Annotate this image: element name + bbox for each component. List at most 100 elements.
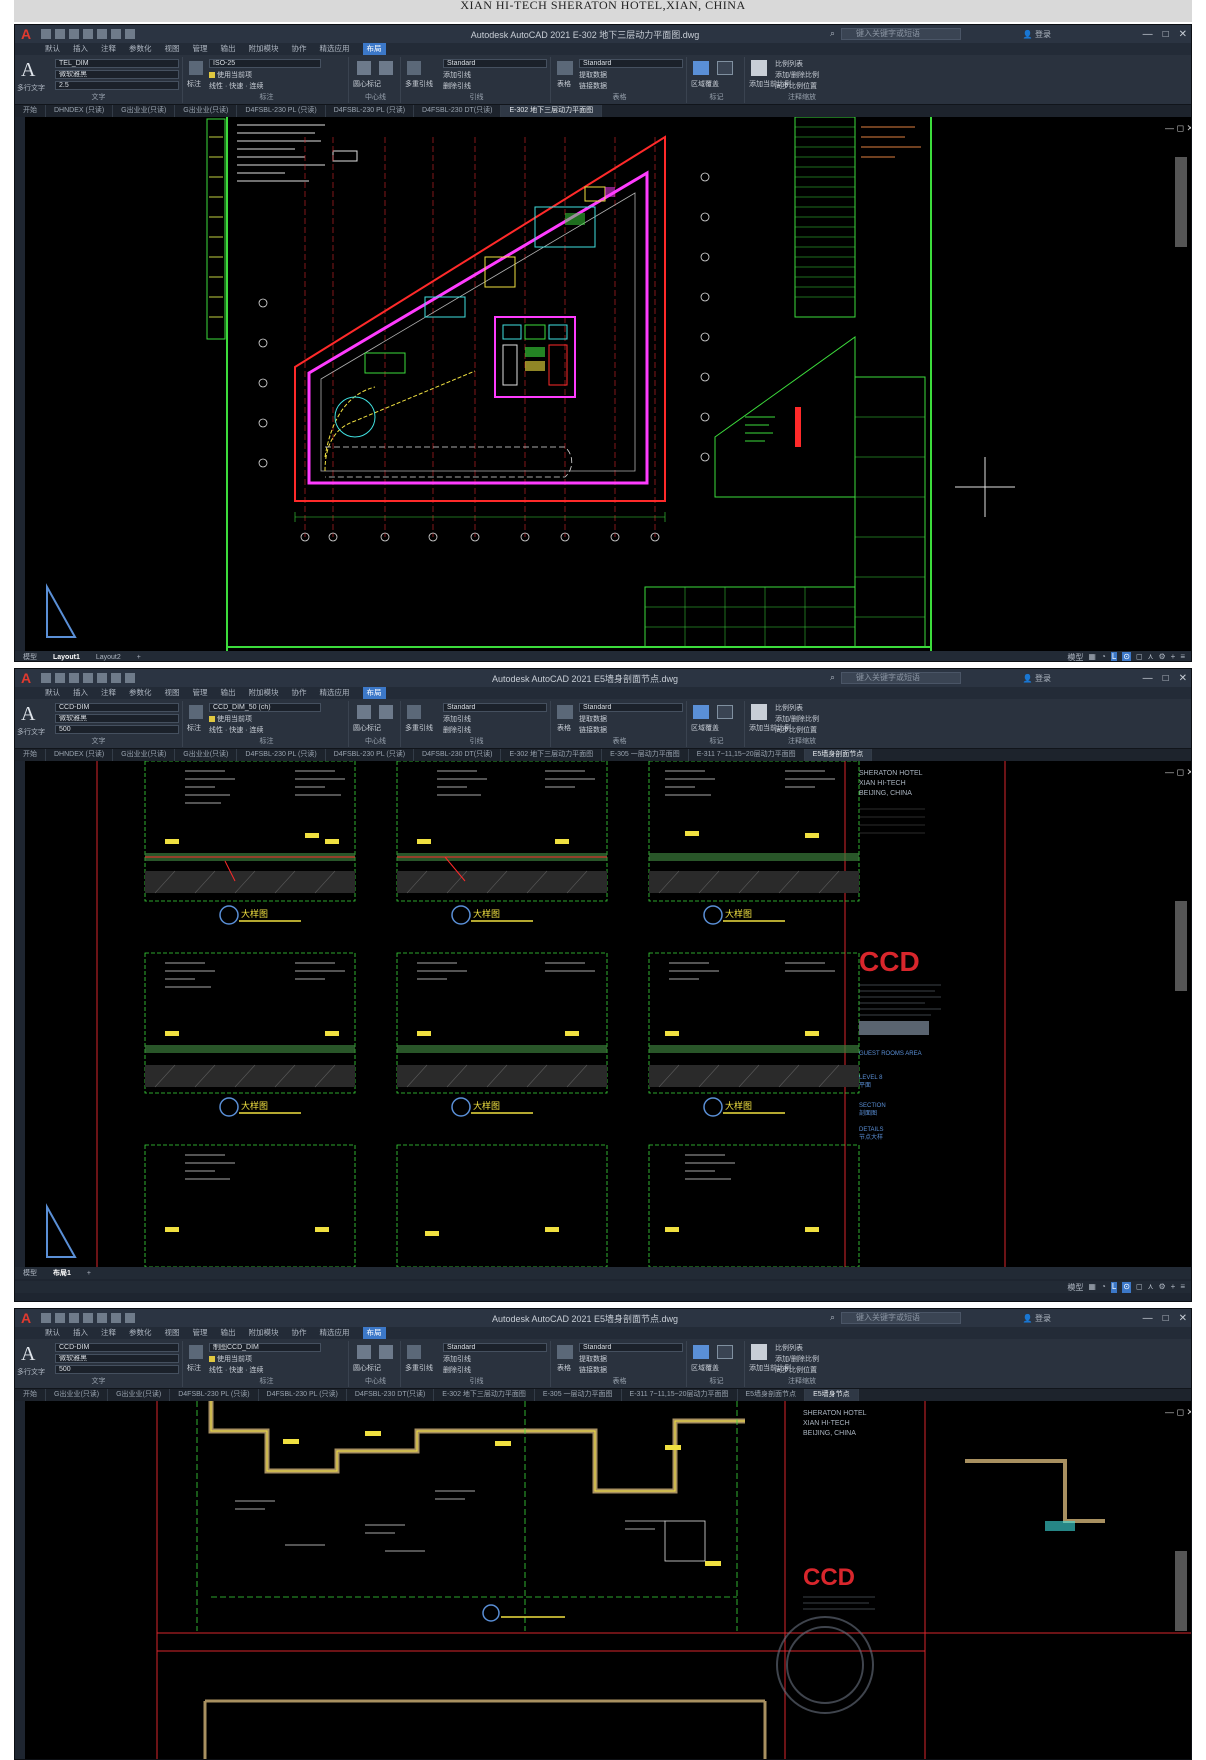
tab-insert[interactable]: 插入 (73, 1327, 88, 1339)
new-file-icon[interactable] (41, 673, 51, 683)
doc-tab[interactable]: 开始 (15, 105, 46, 117)
drawing-viewport-details[interactable]: 大样图 大样图 大样图 大样图 大样图 大样图 SHERATON HOTEL X… (25, 761, 1191, 1267)
tab-insert[interactable]: 插入 (73, 687, 88, 699)
link-data-button[interactable]: 链接数据 (579, 1365, 607, 1375)
osnap-icon[interactable]: ◻ (1136, 1282, 1143, 1293)
layout-tab-layout2[interactable]: Layout2 (88, 654, 129, 661)
doc-tab[interactable]: D4FSBL-230 DT(只读) (414, 749, 502, 761)
multiline-text-icon[interactable]: A (21, 703, 35, 726)
tab-parametric[interactable]: 参数化 (129, 687, 152, 699)
doc-tab-active[interactable]: E5墙身节点 (805, 1389, 859, 1401)
doc-tab[interactable]: E-311 7~11,15~20层动力平面图 (689, 749, 805, 761)
close-button[interactable]: ✕ (1179, 29, 1187, 40)
dim-style-combo[interactable]: 制图CCD_DIM (209, 1343, 321, 1352)
ortho-icon[interactable]: L (1110, 1281, 1118, 1293)
minimize-button[interactable]: — (1143, 29, 1153, 40)
open-file-icon[interactable] (55, 1313, 65, 1323)
doc-tab[interactable]: DHNDEX (只读) (46, 749, 114, 761)
open-file-icon[interactable] (55, 673, 65, 683)
sign-in-button[interactable]: 👤 登录 (1023, 29, 1051, 40)
font-combo[interactable]: 微软雅黑 (55, 1354, 179, 1363)
remove-leader-button[interactable]: 删除引线 (443, 725, 471, 735)
tab-layout[interactable]: 布局 (362, 1327, 386, 1339)
doc-tab[interactable]: E-305 一层动力平面图 (602, 749, 689, 761)
maximize-button[interactable]: □ (1163, 1313, 1169, 1324)
mleader-icon[interactable] (407, 61, 421, 75)
undo-icon[interactable] (111, 29, 121, 39)
doc-tab-active[interactable]: E5墙身剖面节点 (804, 749, 873, 761)
add-current-scale-icon[interactable] (751, 704, 767, 720)
text-style-combo[interactable]: TEL_DIM (55, 59, 179, 68)
add-scale-button[interactable]: 添加/删除比例 (775, 1354, 819, 1364)
remove-leader-button[interactable]: 删除引线 (443, 1365, 471, 1375)
font-combo[interactable]: 微软雅黑 (55, 70, 179, 79)
remove-leader-button[interactable]: 删除引线 (443, 81, 471, 91)
tab-view[interactable]: 视图 (165, 687, 180, 699)
autocad-logo-icon[interactable]: A (15, 1309, 37, 1327)
add-layout-icon[interactable]: + (129, 654, 149, 661)
layout-tab-model[interactable]: 模型 (15, 1268, 45, 1278)
plot-icon[interactable] (97, 1313, 107, 1323)
save-icon[interactable] (69, 673, 79, 683)
save-as-icon[interactable] (83, 29, 93, 39)
autocad-logo-icon[interactable]: A (15, 669, 37, 687)
tab-layout[interactable]: 布局 (362, 687, 386, 699)
layer-current[interactable]: 使用当前项 (209, 714, 252, 724)
redo-icon[interactable] (125, 29, 135, 39)
minimize-button[interactable]: — (1143, 1313, 1153, 1324)
doc-tab[interactable]: G出业业(只读) (113, 105, 176, 117)
sync-scale-button[interactable]: 同步比例位置 (775, 81, 817, 91)
vertical-scrollbar[interactable] (1175, 157, 1187, 247)
tab-collaborate[interactable]: 协作 (292, 687, 307, 699)
plot-icon[interactable] (97, 673, 107, 683)
customize-icon[interactable]: ≡ (1180, 1282, 1185, 1293)
drawing-viewport-floorplan[interactable]: — ◻ ✕ (25, 117, 1191, 651)
polar-icon[interactable]: ⊙ (1122, 651, 1131, 661)
new-file-icon[interactable] (41, 29, 51, 39)
tab-collaborate[interactable]: 协作 (292, 1327, 307, 1339)
layer-current[interactable]: 使用当前项 (209, 1354, 252, 1364)
doc-tab[interactable]: D4FSBL-230 PL (只读) (237, 749, 326, 761)
add-leader-button[interactable]: 添加引线 (443, 70, 471, 80)
search-icon[interactable]: ⌕ (830, 672, 835, 683)
tab-view[interactable]: 视图 (165, 1327, 180, 1339)
save-icon[interactable] (69, 1313, 79, 1323)
workspace-gear-icon[interactable]: ⚙ (1158, 1282, 1165, 1293)
vertical-scrollbar[interactable] (1175, 1551, 1187, 1631)
tab-parametric[interactable]: 参数化 (129, 43, 152, 55)
tab-manage[interactable]: 管理 (193, 43, 208, 55)
tab-home[interactable]: 默认 (45, 1327, 60, 1339)
leader-style-combo[interactable]: Standard (443, 59, 547, 68)
centerline-icon[interactable] (379, 705, 393, 719)
doc-tab[interactable]: E-311 7~11,15~20层动力平面图 (622, 1389, 738, 1401)
doc-tab[interactable]: G出业业(只读) (175, 105, 238, 117)
minimize-button[interactable]: — (1143, 673, 1153, 684)
doc-tab[interactable]: G出业业(只读) (108, 1389, 171, 1401)
dimension-icon[interactable] (189, 705, 203, 719)
layer-current[interactable]: 使用当前项 (209, 70, 252, 80)
layout-tab-model[interactable]: 模型 (15, 652, 45, 661)
table-icon[interactable] (557, 61, 573, 75)
sign-in-button[interactable]: 👤 登录 (1023, 673, 1051, 684)
table-style-combo[interactable]: Standard (579, 59, 683, 68)
scale-list-button[interactable]: 比例列表 (775, 59, 803, 69)
multiline-text-icon[interactable]: A (21, 1343, 35, 1366)
linear-dim-button[interactable]: 线性 · 快速 · 连续 (209, 81, 263, 91)
search-icon[interactable]: ⌕ (830, 28, 835, 39)
table-style-combo[interactable]: Standard (579, 1343, 683, 1352)
tab-collaborate[interactable]: 协作 (292, 43, 307, 55)
plus-icon[interactable]: + (1171, 1282, 1176, 1293)
text-style-combo[interactable]: CCD-DIM (55, 1343, 179, 1352)
tab-home[interactable]: 默认 (45, 43, 60, 55)
autocad-logo-icon[interactable]: A (15, 25, 37, 43)
doc-tab[interactable]: G出业业(只读) (175, 749, 238, 761)
grid-icon[interactable]: ▦ (1088, 652, 1096, 662)
tab-manage[interactable]: 管理 (193, 1327, 208, 1339)
doc-tab[interactable]: D4FSBL-230 PL (只读) (259, 1389, 347, 1401)
doc-tab[interactable]: DHNDEX (只读) (46, 105, 114, 117)
wipeout-icon[interactable] (693, 61, 709, 75)
maximize-button[interactable]: □ (1163, 673, 1169, 684)
tab-addins[interactable]: 附加模块 (249, 687, 279, 699)
doc-tab[interactable]: D4FSBL-230 PL (只读) (170, 1389, 259, 1401)
tab-addins[interactable]: 附加模块 (249, 1327, 279, 1339)
